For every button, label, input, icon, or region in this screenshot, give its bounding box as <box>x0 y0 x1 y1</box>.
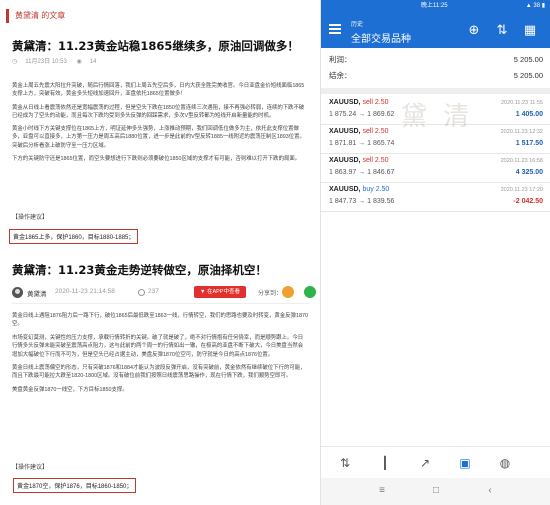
home-nav-icon[interactable]: □ <box>429 484 443 498</box>
article2-paragraph: 市场变幻莫测，关键性的压力支撑，承载行情转折的关键。破了就是破了，绝不对行情抱有… <box>12 334 304 358</box>
share-label: 分享到： <box>258 291 283 297</box>
article2-paragraph: 黄金日线上遇阻1876阻力后一路下行，破位1865后最低跌至1863一线，行情转… <box>12 313 308 328</box>
add-order-icon[interactable]: ⊕ <box>463 20 485 40</box>
open-in-app-button[interactable]: ▼ 在APP中查看 <box>194 286 246 298</box>
weibo-share-icon[interactable] <box>282 286 294 298</box>
sort-icon[interactable]: ⇅ <box>491 20 513 40</box>
article1-body: 黄金上周五先震大阳拉升突破，随后行情回落，我们上周五先空后多，日内大获全胜完美收… <box>12 82 308 168</box>
app-subtitle: 历史 <box>351 22 364 28</box>
order-date: 2020.11.23 12:32 <box>500 129 543 135</box>
order-symbol: XAUUSD, <box>329 157 361 164</box>
order-symbol: XAUUSD, <box>329 99 361 106</box>
article1-tip-label: 【操作建议】 <box>12 215 49 221</box>
article2-body: 黄金日线上遇阻1876阻力后一路下行，破位1865后最低跌至1863一线，行情转… <box>12 312 308 399</box>
article2-advice: 黄金1870空，保护1876，目标1860-1850； <box>13 478 137 493</box>
article2-title: 黄黛清：11.23黄金走势逆转做空，原油择机空！ <box>12 263 267 277</box>
order-row[interactable]: XAUUSD, buy 2.50 1 847.73 → 1 839.56 202… <box>321 183 550 212</box>
article1-paragraph: 黄金上周五先震大阳拉升突破，随后行情回落，我们上周五先空后多，日内大获全胜完美收… <box>12 83 305 98</box>
status-indicators: ▲ 38 ▮ <box>525 3 545 9</box>
article1-date: 11月23日 10:53 <box>25 59 67 65</box>
article2-date: 2020-11-23 21:14:58 <box>55 288 115 295</box>
avatar[interactable] <box>12 287 23 298</box>
order-prices: 1 847.73 → 1 839.56 <box>329 198 395 205</box>
order-type: sell 2.50 <box>362 128 389 135</box>
order-profit: 4 325.00 <box>515 169 543 176</box>
summary-value: 5 205.00 <box>513 55 543 64</box>
order-prices: 1 863.97 → 1 846.67 <box>329 169 395 176</box>
clock-icon: ◷ <box>12 59 18 65</box>
app-title[interactable]: 全部交易品种 <box>351 30 411 45</box>
order-profit: 1 405.00 <box>515 111 543 118</box>
app-bar: 历史 全部交易品种 ⊕ ⇅ ▦ <box>321 13 550 48</box>
summary-label: 利润： <box>329 55 352 64</box>
article2-paragraph: 美盘黄金反弹1870一线空，下方目标1850支撑。 <box>12 386 128 393</box>
menu-nav-icon[interactable]: ≡ <box>375 484 389 498</box>
article1-paragraph: 下方的关键防守还是1865位置，而空头要想进行下跌则必须要破位1850区域的支撑… <box>12 156 301 163</box>
article1-paragraph: 黄金小时线下方关键支撑位在1865上方，明证延伸多头强势，上涨推动预期，我们回调… <box>12 126 305 149</box>
chart-tab-icon[interactable]: ┃ <box>375 453 395 473</box>
order-symbol: XAUUSD, <box>329 128 361 135</box>
order-date: 2020.11.23 17:20 <box>500 187 543 193</box>
trade-tab-icon[interactable]: ↗ <box>415 453 435 473</box>
summary-row: 利润： 5 205.00 <box>321 52 550 67</box>
system-nav-bar: ≡ □ ‹ <box>321 478 550 505</box>
article2-meta: 黄黛清 2020-11-23 21:14:58 237 ▼ 在APP中查看 分享… <box>12 286 316 300</box>
menu-icon[interactable] <box>329 24 341 34</box>
order-type: buy 2.50 <box>362 186 390 193</box>
article1-views: 14 <box>89 59 97 65</box>
back-nav-icon[interactable]: ‹ <box>483 484 497 498</box>
bottom-tab-bar: ⇅ ┃ ↗ ▣ ◍ <box>321 446 550 478</box>
article1-title: 黄黛清：11.23黄金站稳1865继续多，原油回调做多！ <box>12 39 299 53</box>
article1-paragraph: 黄金从日线上看震荡依然还是宽幅震荡的过程，但是空头下跌在1850位置连续三次遇阻… <box>12 104 305 119</box>
divider <box>12 303 310 304</box>
article2-paragraph: 黄金日线上震荡偏空的形态，只有突破1876和1884才能认为波段反弹开启，没有突… <box>12 365 306 380</box>
order-date: 2020.11.23 11:55 <box>500 100 543 106</box>
breadcrumb[interactable]: 黄黛清 的文章 <box>6 9 65 23</box>
wechat-share-icon[interactable] <box>304 286 316 298</box>
order-prices: 1 871.81 → 1 865.74 <box>329 140 395 147</box>
article2-views: 237 <box>148 288 159 295</box>
order-profit: 1 517.50 <box>515 140 543 147</box>
status-time: 晚上11:25 <box>421 3 448 9</box>
watermark: 黛 清 <box>401 102 474 132</box>
quotes-tab-icon[interactable]: ⇅ <box>335 453 355 473</box>
eye-icon: ◉ <box>76 59 82 65</box>
article1-meta: ◷ 11月23日 10:53 ◉ 14 <box>12 56 104 65</box>
summary-value: 5 205.00 <box>513 71 543 80</box>
order-prices: 1 875.24 → 1 869.62 <box>329 111 395 118</box>
status-bar: 晚上11:25 ▲ 38 ▮ <box>321 0 550 13</box>
calendar-icon[interactable]: ▦ <box>519 20 541 40</box>
summary-row: 结余： 5 205.00 <box>321 68 550 83</box>
order-type: sell 2.50 <box>362 99 389 106</box>
eye-icon <box>138 289 145 296</box>
order-row[interactable]: XAUUSD, sell 2.50 1 863.97 → 1 846.67 20… <box>321 154 550 183</box>
author-name[interactable]: 黄黛清 <box>27 288 47 298</box>
section-divider <box>321 88 550 94</box>
order-type: sell 2.50 <box>362 157 389 164</box>
order-profit: -2 042.50 <box>513 198 543 205</box>
history-tab-icon[interactable]: ▣ <box>455 453 475 473</box>
trading-history-screen: 晚上11:25 ▲ 38 ▮ 历史 全部交易品种 ⊕ ⇅ ▦ 利润： 5 205… <box>320 0 550 505</box>
article1-advice: 黄金1865上多，保护1860，目标1880-1885； <box>9 229 139 244</box>
order-date: 2020.11.23 16:58 <box>500 158 543 164</box>
summary-label: 结余： <box>329 71 352 80</box>
article2-tip-label: 【操作建议】 <box>12 465 49 471</box>
messages-tab-icon[interactable]: ◍ <box>495 453 515 473</box>
order-symbol: XAUUSD, <box>329 186 361 193</box>
article-collage: 黄黛清 的文章 黄黛清：11.23黄金站稳1865继续多，原油回调做多！ ◷ 11… <box>0 0 318 505</box>
